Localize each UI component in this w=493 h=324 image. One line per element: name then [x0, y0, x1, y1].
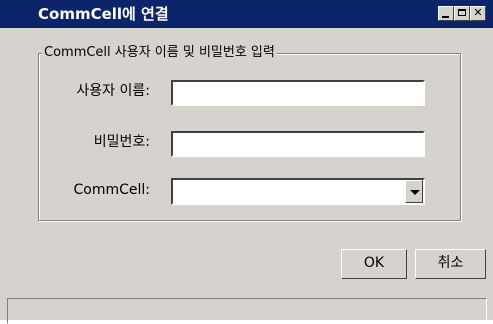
- connect-dialog: CommCell에 연결 ✕ CommCell 사용자 이름 및 비밀번호 입력…: [0, 0, 493, 324]
- close-button[interactable]: ✕: [470, 6, 486, 21]
- title-bar[interactable]: CommCell에 연결 ✕: [0, 0, 493, 28]
- status-bar: [7, 298, 487, 324]
- username-label: 사용자 이름:: [76, 83, 150, 99]
- cancel-button[interactable]: 취소: [415, 249, 486, 279]
- ok-button[interactable]: OK: [341, 249, 407, 279]
- dropdown-button[interactable]: [405, 180, 423, 203]
- chevron-down-icon: [410, 190, 420, 195]
- close-icon: ✕: [473, 6, 483, 19]
- commcell-dropdown[interactable]: [171, 178, 425, 205]
- maximize-button[interactable]: [454, 6, 470, 21]
- maximize-icon: [458, 9, 466, 16]
- commcell-label: CommCell:: [73, 182, 150, 198]
- password-input[interactable]: [171, 131, 425, 157]
- username-input[interactable]: [171, 80, 425, 106]
- minimize-icon: [442, 16, 449, 18]
- group-legend: CommCell 사용자 이름 및 비밀번호 입력: [42, 44, 277, 62]
- minimize-button[interactable]: [438, 6, 454, 21]
- window-title: CommCell에 연결: [38, 5, 169, 23]
- password-label: 비밀번호:: [93, 134, 150, 150]
